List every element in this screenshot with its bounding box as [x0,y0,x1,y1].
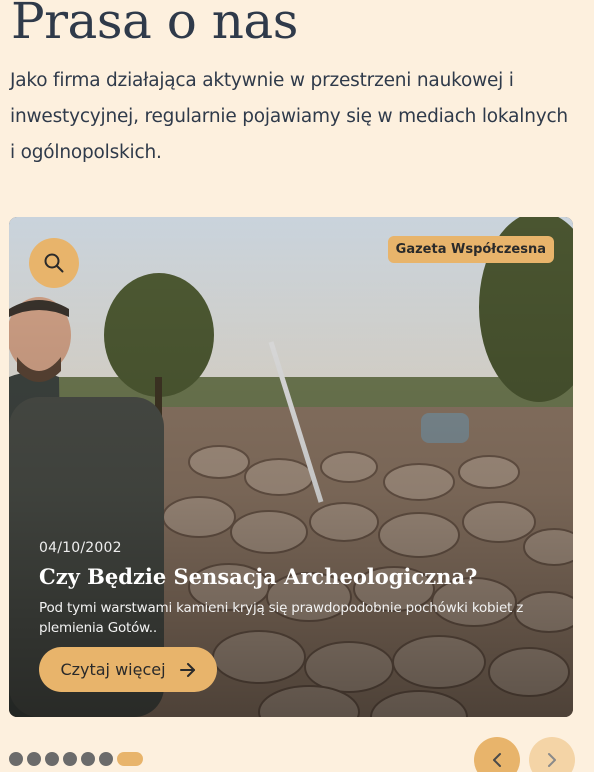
press-page: Prasa o nas Jako firma działająca aktywn… [0,0,594,772]
chevron-right-icon [548,753,556,767]
carousel-dot[interactable] [9,752,23,766]
carousel-dot[interactable] [81,752,95,766]
read-more-button[interactable]: Czytaj więcej [39,647,217,692]
arrow-right-icon [179,662,195,677]
source-badge: Gazeta Współczesna [387,236,554,263]
carousel-dot[interactable] [45,752,59,766]
read-more-label: Czytaj więcej [60,660,166,679]
intro-text: Jako firma działająca aktywnie w przestr… [10,70,568,163]
carousel-pagination [9,752,143,766]
search-icon [44,253,64,273]
carousel-dot[interactable] [27,752,41,766]
carousel-dot-active[interactable] [117,752,143,766]
carousel-prev-button[interactable] [474,737,520,772]
article-photo [9,217,573,717]
article-excerpt: Pod tymi warstwami kamieni kryją się pra… [39,600,524,636]
press-card: Gazeta Współczesna 04/10/2002 Czy Będzie… [9,217,573,717]
carousel-dot[interactable] [63,752,77,766]
carousel-dot[interactable] [99,752,113,766]
search-button[interactable] [29,238,79,288]
article-date: 04/10/2002 [39,540,122,556]
chevron-left-icon [493,753,501,767]
carousel-next-button[interactable] [529,737,575,772]
page-title: Prasa o nas [11,0,298,50]
article-headline: Czy Będzie Sensacja Archeologiczna? [39,564,478,589]
